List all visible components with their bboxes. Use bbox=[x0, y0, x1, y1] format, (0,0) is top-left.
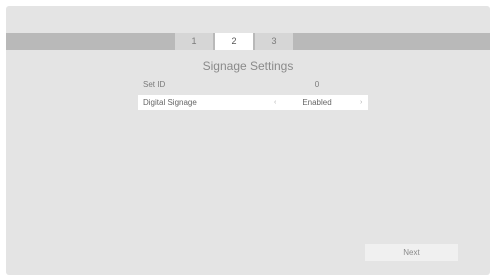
steps: 1 2 3 bbox=[175, 33, 295, 50]
setup-screen: 1 2 3 Signage Settings Set ID 0 Digital … bbox=[6, 6, 490, 275]
chevron-right-icon[interactable]: › bbox=[360, 95, 362, 110]
page-title: Signage Settings bbox=[202, 59, 294, 73]
step-2: 2 bbox=[215, 33, 253, 50]
step-3: 3 bbox=[255, 33, 293, 50]
step-1: 1 bbox=[175, 33, 213, 50]
set-id-value: 0 bbox=[314, 80, 320, 89]
step-indicator-bar: 1 2 3 bbox=[6, 33, 490, 50]
digital-signage-value: Enabled bbox=[302, 98, 332, 107]
set-id-row: Set ID 0 bbox=[138, 77, 368, 92]
digital-signage-row[interactable]: Digital Signage ‹ Enabled › bbox=[138, 95, 368, 110]
next-button[interactable]: Next bbox=[365, 244, 458, 261]
